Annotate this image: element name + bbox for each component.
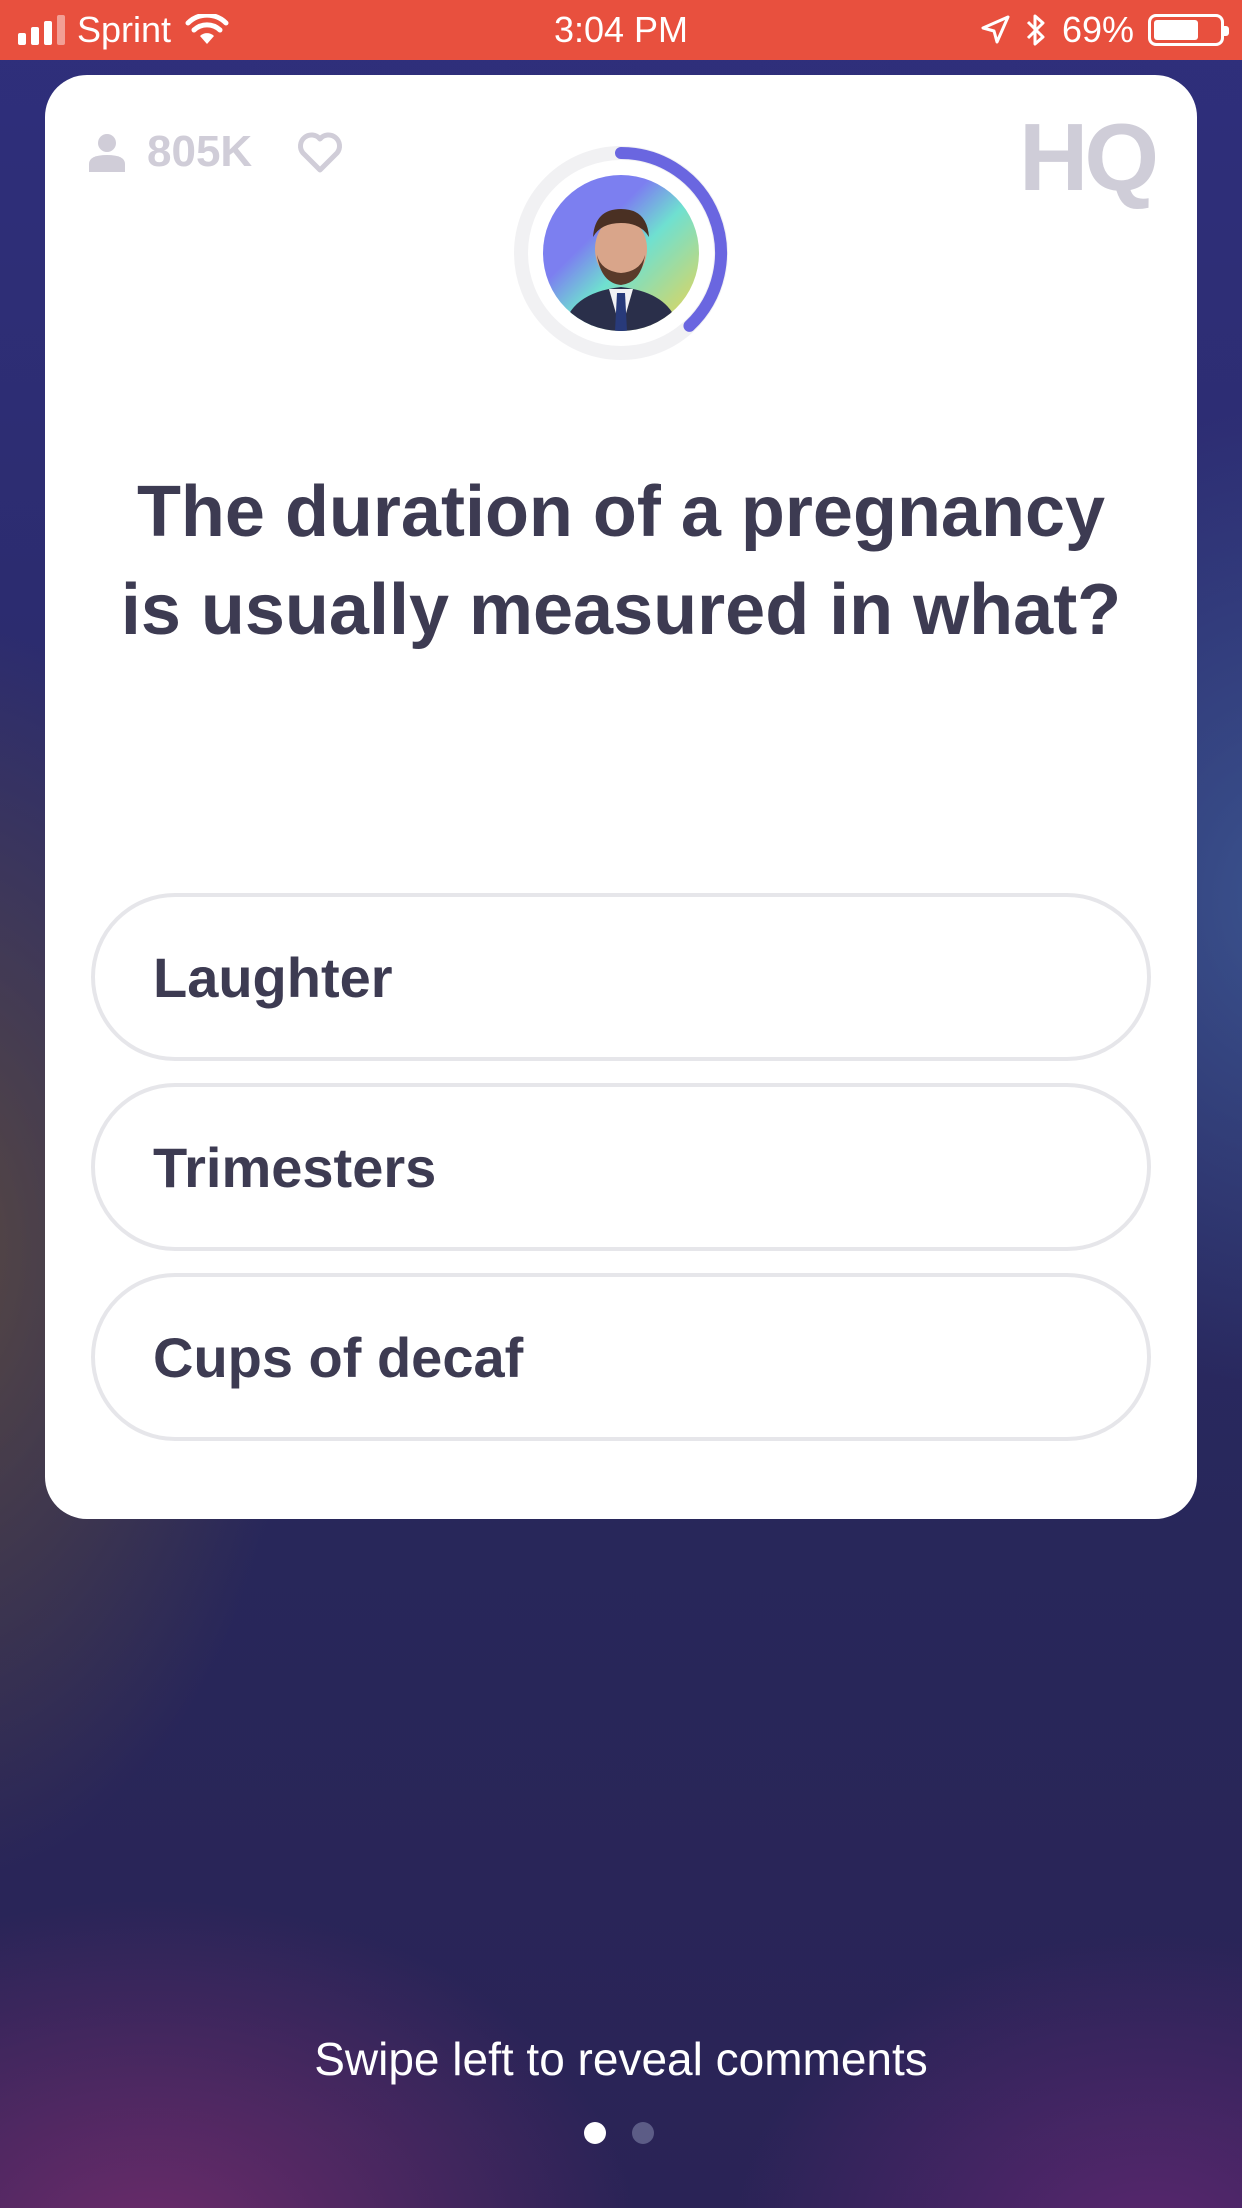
host-avatar	[543, 175, 699, 331]
answer-option-1[interactable]: Laughter	[91, 893, 1151, 1061]
status-right: 69%	[980, 9, 1229, 51]
viewer-count-label: 805K	[147, 127, 253, 176]
answer-label: Cups of decaf	[153, 1325, 524, 1389]
answer-option-2[interactable]: Trimesters	[91, 1083, 1151, 1251]
host-portrait	[563, 209, 679, 331]
page-dot-2[interactable]	[632, 2122, 654, 2144]
battery-percent: 69%	[1061, 9, 1134, 50]
status-bar: Sprint 3:04 PM 69%	[0, 0, 1242, 60]
question-text: The duration of a pregnancy is usually m…	[120, 472, 1122, 650]
hq-logo: HQ	[1019, 104, 1159, 211]
bluetooth-icon	[1026, 14, 1045, 46]
location-icon	[981, 15, 1010, 44]
battery-icon	[1148, 14, 1229, 46]
battery-fill	[1154, 20, 1199, 40]
answer-label: Trimesters	[153, 1135, 437, 1199]
answer-option-3[interactable]: Cups of decaf	[91, 1273, 1151, 1441]
person-icon	[89, 134, 125, 172]
question-card: 805K HQ The duration of a pregnancy is u…	[45, 75, 1197, 1519]
answer-label: Laughter	[153, 945, 393, 1009]
viewer-count: 805K	[89, 127, 344, 177]
heart-icon[interactable]	[296, 130, 344, 174]
page-dot-1[interactable]	[584, 2122, 606, 2144]
page-indicator[interactable]	[584, 2122, 654, 2144]
swipe-hint: Swipe left to reveal comments	[314, 2033, 928, 2085]
